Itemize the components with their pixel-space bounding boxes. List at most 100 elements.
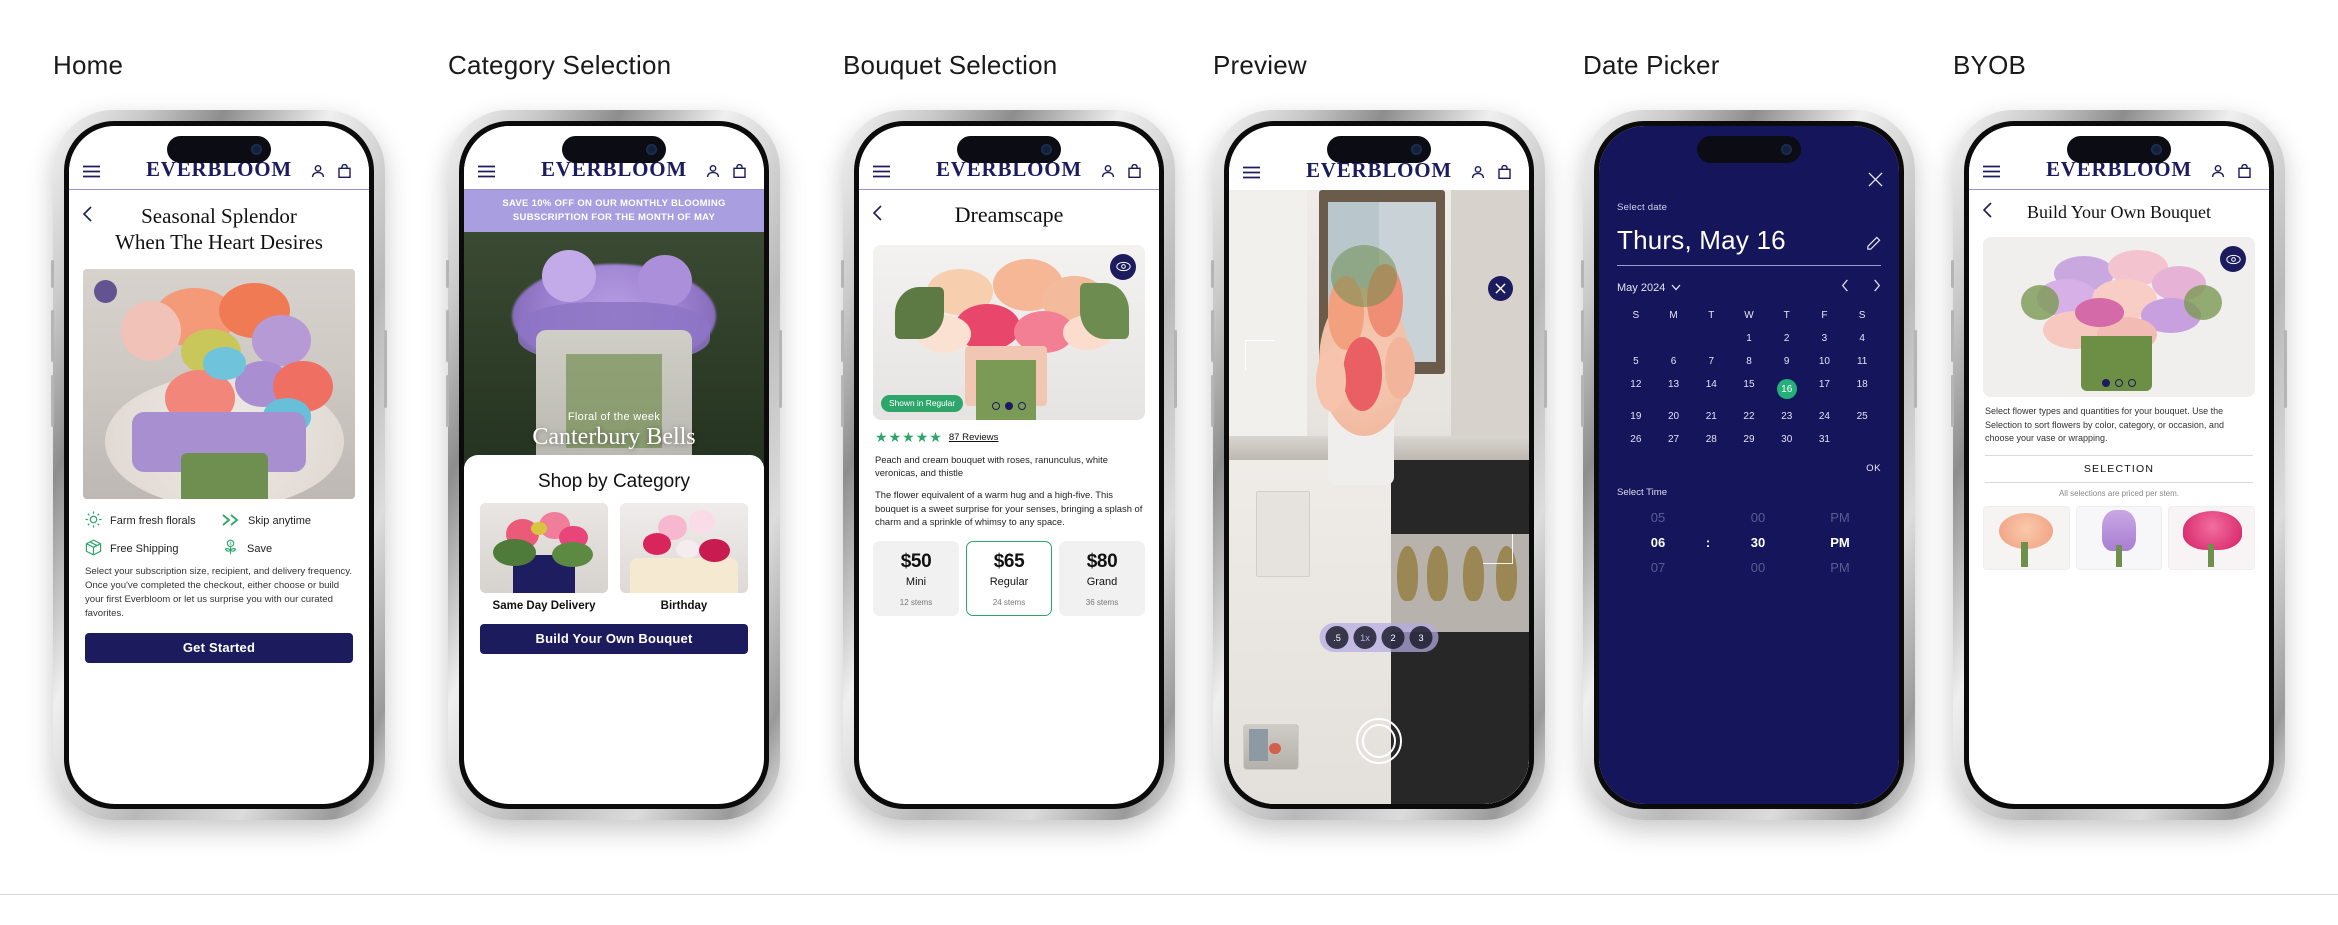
account-icon[interactable] <box>311 164 325 178</box>
calendar-day[interactable]: 8 <box>1730 350 1768 373</box>
account-icon[interactable] <box>1101 164 1115 178</box>
calendar-day[interactable]: 17 <box>1806 373 1844 405</box>
cart-icon[interactable] <box>733 164 746 178</box>
category-card-birthday[interactable]: Birthday <box>620 502 748 612</box>
calendar-day[interactable]: 14 <box>1692 373 1730 405</box>
calendar-day[interactable]: 4 <box>1843 327 1881 350</box>
power-button[interactable] <box>1914 330 1917 408</box>
cart-icon[interactable] <box>2238 164 2251 178</box>
chevron-right-icon[interactable] <box>1873 279 1881 297</box>
zoom-button-0.5x[interactable]: .5 <box>1325 626 1349 649</box>
reviews-link[interactable]: 87 Reviews <box>949 432 999 443</box>
mute-switch[interactable] <box>51 260 54 288</box>
time-row-next[interactable]: 07 00 PM <box>1617 555 1881 580</box>
carousel-dot-active[interactable] <box>2102 379 2110 387</box>
calendar-day-selected[interactable]: 16 <box>1768 373 1806 405</box>
carousel-dot[interactable] <box>992 401 1000 410</box>
carousel-dot[interactable] <box>2128 379 2136 387</box>
flower-option-peach-rose[interactable] <box>1983 505 2070 570</box>
byob-bouquet-image[interactable] <box>1983 237 2255 397</box>
size-option-regular-selected[interactable]: $65 Regular 24 stems <box>966 540 1052 616</box>
zoom-button-2x[interactable]: 2 <box>1381 626 1405 649</box>
mute-switch[interactable] <box>1211 260 1214 288</box>
pencil-icon[interactable] <box>1866 236 1881 256</box>
volume-down-button[interactable] <box>446 375 449 427</box>
mute-switch[interactable] <box>446 260 449 288</box>
calendar-day[interactable]: 29 <box>1730 428 1768 451</box>
menu-icon[interactable] <box>1983 165 2000 178</box>
carousel-dots[interactable] <box>992 401 1026 410</box>
calendar-day[interactable]: 21 <box>1692 405 1730 428</box>
bouquet-image[interactable]: Shown in Regular <box>873 244 1145 420</box>
calendar-days[interactable]: 1 2 3 4 5 6 7 8 9 10 11 12 13 14 15 16 17 18 19 20 21 22 23 24 2… <box>1617 327 1881 451</box>
account-icon[interactable] <box>706 164 720 178</box>
size-option-grand[interactable]: $80 Grand 36 stems <box>1059 540 1145 616</box>
calendar-day[interactable]: 11 <box>1843 350 1881 373</box>
power-button[interactable] <box>1174 330 1177 408</box>
selection-header[interactable]: SELECTION <box>1969 456 2269 482</box>
volume-up-button[interactable] <box>1951 310 1954 362</box>
month-dropdown[interactable]: May 2024 <box>1617 282 1681 294</box>
cart-icon[interactable] <box>1128 164 1141 178</box>
account-icon[interactable] <box>2211 164 2225 178</box>
build-your-own-bouquet-button[interactable]: Build Your Own Bouquet <box>480 623 748 654</box>
flower-option-purple-stock[interactable] <box>2075 505 2163 570</box>
calendar-day[interactable]: 19 <box>1617 405 1655 428</box>
calendar-day[interactable]: 28 <box>1692 428 1730 451</box>
calendar-day[interactable]: 2 <box>1768 327 1806 350</box>
time-row-selected[interactable]: 06 : 30 PM <box>1617 530 1881 555</box>
cart-icon[interactable] <box>338 164 351 178</box>
calendar-day[interactable]: 23 <box>1768 405 1806 428</box>
calendar-day[interactable]: 20 <box>1655 405 1693 428</box>
size-option-mini[interactable]: $50 Mini 12 stems <box>873 540 959 616</box>
mute-switch[interactable] <box>841 260 844 288</box>
category-card-same-day-delivery[interactable]: Same Day Delivery <box>480 502 608 612</box>
calendar-day[interactable]: 18 <box>1843 373 1881 405</box>
eye-icon[interactable] <box>1110 253 1136 280</box>
power-button[interactable] <box>2284 330 2287 408</box>
close-icon[interactable] <box>1868 172 1883 192</box>
calendar-day[interactable]: 3 <box>1806 327 1844 350</box>
date-ok-button[interactable]: OK <box>1617 463 1881 474</box>
get-started-button[interactable]: Get Started <box>85 632 353 663</box>
volume-up-button[interactable] <box>1581 310 1584 362</box>
calendar-day[interactable]: 27 <box>1655 428 1693 451</box>
carousel-dot[interactable] <box>2115 379 2123 387</box>
calendar-day[interactable]: 25 <box>1843 405 1881 428</box>
power-button[interactable] <box>1544 330 1547 408</box>
menu-icon[interactable] <box>478 165 495 178</box>
back-button[interactable] <box>82 206 92 227</box>
carousel-dots[interactable] <box>2102 379 2136 387</box>
calendar-day[interactable]: 5 <box>1617 350 1655 373</box>
menu-icon[interactable] <box>873 165 890 178</box>
calendar-day[interactable]: 13 <box>1655 373 1693 405</box>
zoom-button-1x-active[interactable]: 1x <box>1353 626 1377 649</box>
calendar-day[interactable]: 1 <box>1730 327 1768 350</box>
floral-of-the-week-banner[interactable]: Floral of the week Canterbury Bells <box>464 231 764 467</box>
flower-option-pink-lily[interactable] <box>2168 505 2255 570</box>
time-row-previous[interactable]: 05 00 PM <box>1617 505 1881 530</box>
eye-icon[interactable] <box>2220 246 2246 272</box>
close-icon[interactable] <box>1488 276 1513 301</box>
back-button[interactable] <box>1982 202 1992 223</box>
zoom-level-controls[interactable]: .5 1x 2 3 <box>1319 623 1439 652</box>
camera-viewfinder[interactable]: .5 1x 2 3 <box>1229 190 1529 804</box>
account-icon[interactable] <box>1471 165 1485 179</box>
volume-down-button[interactable] <box>841 375 844 427</box>
chevron-left-icon[interactable] <box>1841 279 1849 297</box>
power-button[interactable] <box>384 330 387 408</box>
volume-up-button[interactable] <box>51 310 54 362</box>
volume-down-button[interactable] <box>1951 375 1954 427</box>
calendar-day[interactable]: 12 <box>1617 373 1655 405</box>
back-button[interactable] <box>872 205 882 226</box>
carousel-dot[interactable] <box>1018 401 1026 410</box>
volume-down-button[interactable] <box>1211 375 1214 427</box>
volume-down-button[interactable] <box>51 375 54 427</box>
shutter-button[interactable] <box>1356 718 1402 764</box>
calendar-day[interactable]: 24 <box>1806 405 1844 428</box>
calendar-day[interactable]: 10 <box>1806 350 1844 373</box>
calendar-day[interactable]: 30 <box>1768 428 1806 451</box>
volume-up-button[interactable] <box>446 310 449 362</box>
mute-switch[interactable] <box>1951 260 1954 288</box>
calendar-day[interactable]: 7 <box>1692 350 1730 373</box>
